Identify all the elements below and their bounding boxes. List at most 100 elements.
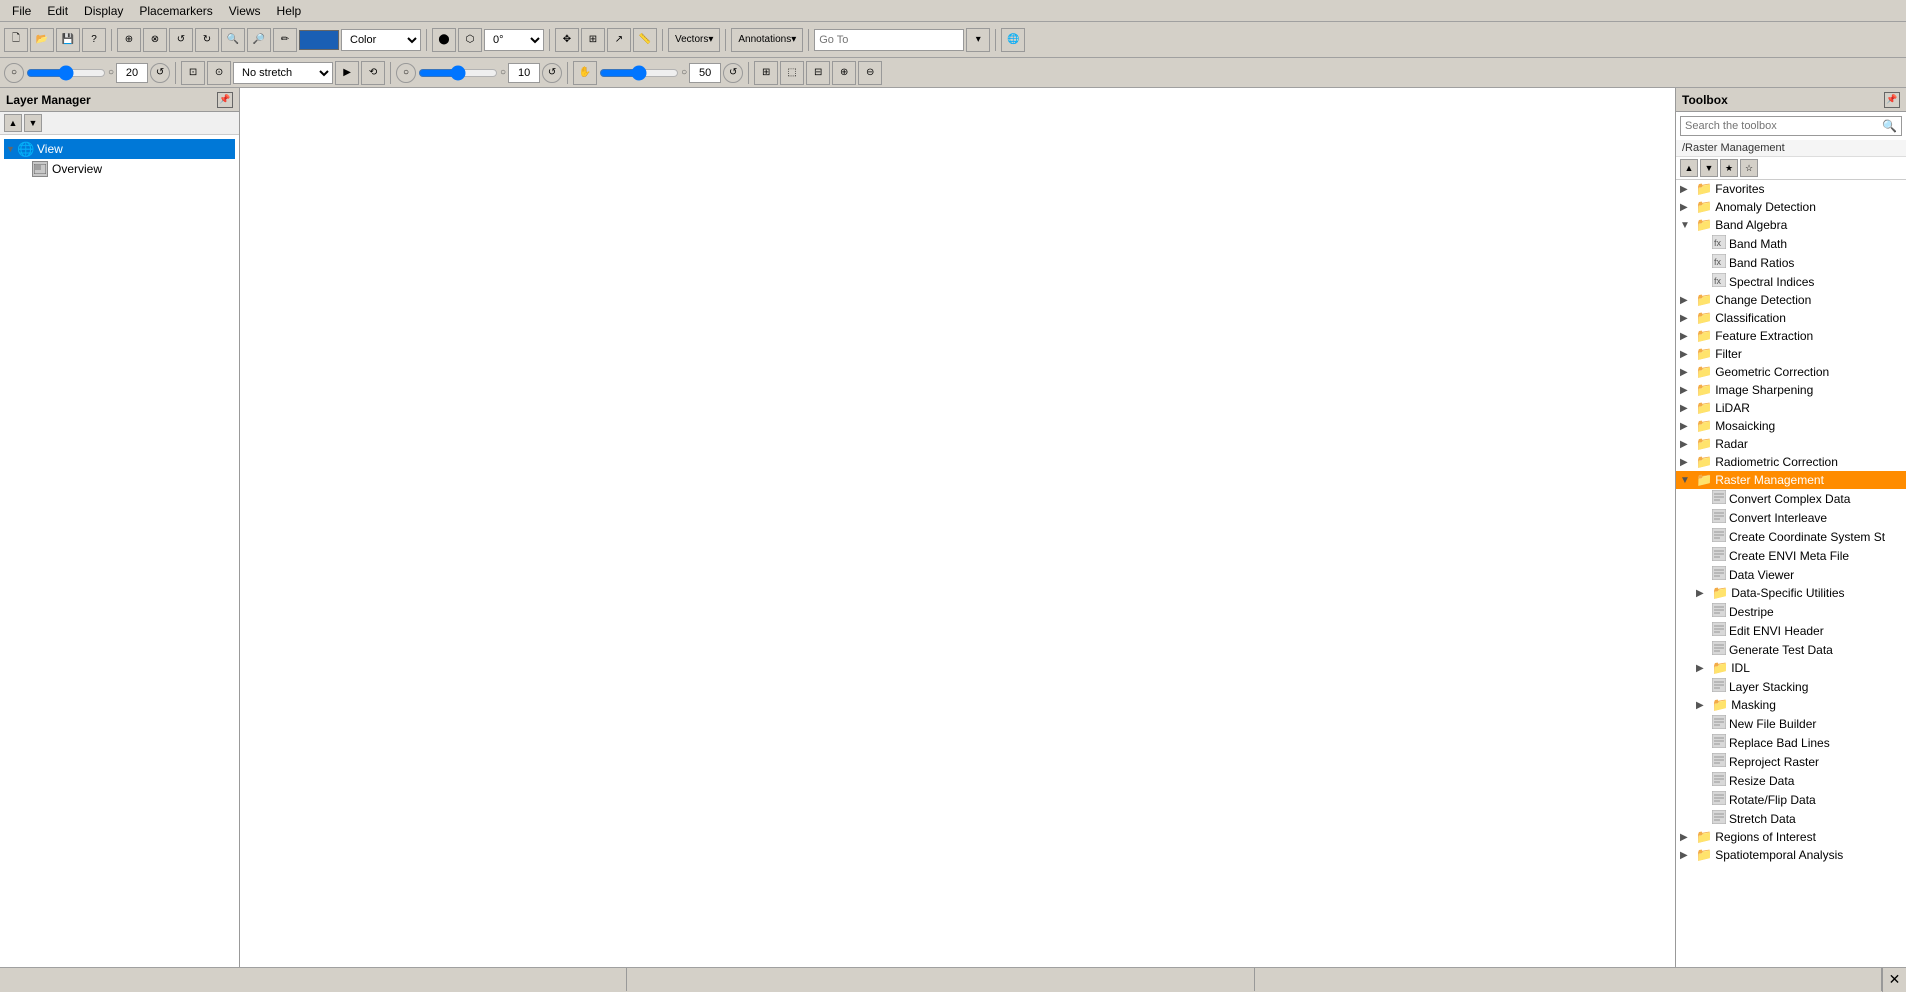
toolbox-tree-item[interactable]: Create ENVI Meta File [1676,546,1906,565]
save-button[interactable]: 💾 [56,28,80,52]
toolbox-tree-item[interactable]: ▶📁Regions of Interest [1676,828,1906,846]
nav-btn-2[interactable]: ⬡ [458,28,482,52]
circle-btn-1[interactable]: ○ [4,63,24,83]
toolbox-tree-item[interactable]: ▶📁Filter [1676,345,1906,363]
new-button[interactable]: 🗋 [4,28,28,52]
menu-help[interactable]: Help [269,2,310,20]
toolbox-search-input[interactable] [1685,120,1882,132]
stretch-reset[interactable]: ⟲ [361,61,385,85]
vectors-btn[interactable]: Vectors ▾ [668,28,720,52]
color-box[interactable] [299,30,339,50]
tool-btn-3[interactable]: ↺ [169,28,193,52]
layer-item-view[interactable]: ▼ 🌐 View [4,139,235,159]
toolbox-tree-item[interactable]: ▶📁LiDAR [1676,399,1906,417]
toolbox-tree-item[interactable]: Replace Bad Lines [1676,733,1906,752]
annotations-btn[interactable]: Annotations ▾ [731,28,803,52]
color-dropdown[interactable]: Color [341,29,421,51]
fit-btn[interactable]: ⊞ [754,61,778,85]
toolbox-tree-item[interactable]: Convert Interleave [1676,508,1906,527]
toolbox-tree-item[interactable]: ▶📁Image Sharpening [1676,381,1906,399]
layer-item-overview[interactable]: Overview [4,159,235,179]
menu-views[interactable]: Views [221,2,269,20]
toolbox-tree-item[interactable]: ▶📁IDL [1676,659,1906,677]
stretch-apply[interactable]: ▶ [335,61,359,85]
select-btn[interactable]: ↗ [607,28,631,52]
zoom-all-btn[interactable]: ⊟ [806,61,830,85]
slider-2[interactable] [418,65,498,81]
toolbox-tree-item[interactable]: Convert Complex Data [1676,489,1906,508]
toolbox-tree-item[interactable]: ▶📁Anomaly Detection [1676,198,1906,216]
toolbox-tree-item[interactable]: fx Band Math [1676,234,1906,253]
menu-display[interactable]: Display [76,2,131,20]
tool-btn-4[interactable]: ↻ [195,28,219,52]
toolbox-tree-item[interactable]: Data Viewer [1676,565,1906,584]
map-view[interactable] [240,88,1676,967]
toolbox-tree-item[interactable]: Generate Test Data [1676,640,1906,659]
menu-file[interactable]: File [4,2,39,20]
toolbox-tree-item[interactable]: fx Spectral Indices [1676,272,1906,291]
pan-btn[interactable]: ✋ [573,61,597,85]
input-value-1[interactable]: 20 [116,63,148,83]
toolbox-tree-item[interactable]: Reproject Raster [1676,752,1906,771]
stretch-dropdown[interactable]: No stretch [233,62,333,84]
toolbox-tree-item[interactable]: Destripe [1676,602,1906,621]
tool-btn-5[interactable]: 🔍 [221,28,245,52]
zoom-window-btn[interactable]: ⬚ [780,61,804,85]
menu-placemarkers[interactable]: Placemarkers [131,2,220,20]
toolbox-tree-item[interactable]: ▶📁Mosaicking [1676,417,1906,435]
toolbox-tree-item[interactable]: ▶📁Feature Extraction [1676,327,1906,345]
go-to-dropdown[interactable]: ▾ [966,28,990,52]
toolbox-tree-item[interactable]: ▶📁Masking [1676,696,1906,714]
world-btn[interactable]: 🌐 [1001,28,1025,52]
toolbox-tree-item[interactable]: Layer Stacking [1676,677,1906,696]
slider-1[interactable] [26,65,106,81]
help-button[interactable]: ? [82,28,106,52]
toolbox-tree-item[interactable]: Rotate/Flip Data [1676,790,1906,809]
toolbox-pin[interactable]: 📌 [1884,92,1900,108]
toolbox-tree-item[interactable]: ▶📁Radiometric Correction [1676,453,1906,471]
nav-btn-1[interactable]: ⬤ [432,28,456,52]
status-close-btn[interactable]: ✕ [1882,968,1906,992]
tool-btn-1[interactable]: ⊕ [117,28,141,52]
toolbox-tree-item[interactable]: ▶📁Radar [1676,435,1906,453]
refresh-btn-3[interactable]: ↺ [723,63,743,83]
toolbox-tree-item[interactable]: Edit ENVI Header [1676,621,1906,640]
toolbox-tree-item[interactable]: ▶📁Spatiotemporal Analysis [1676,846,1906,864]
toolbox-tree-item[interactable]: fx Band Ratios [1676,253,1906,272]
toolbox-tree-item[interactable]: ▶📁Geometric Correction [1676,363,1906,381]
toolbox-tree-item[interactable]: ▶📁Classification [1676,309,1906,327]
go-to-input[interactable] [814,29,964,51]
tool-btn-6[interactable]: 🔎 [247,28,271,52]
tool-btn-7[interactable]: ✏ [273,28,297,52]
crop-btn[interactable]: ⊡ [181,61,205,85]
layer-manager-pin[interactable]: 📌 [217,92,233,108]
zoom-in-btn[interactable]: ⊕ [832,61,856,85]
toolbox-star-empty[interactable]: ☆ [1740,159,1758,177]
refresh-btn-1[interactable]: ↺ [150,63,170,83]
rotation-dropdown[interactable]: 0° [484,29,544,51]
toolbox-tree-item[interactable]: ▶📁Change Detection [1676,291,1906,309]
measure-btn[interactable]: 📏 [633,28,657,52]
toolbox-tree-item[interactable]: Stretch Data [1676,809,1906,828]
slider-3[interactable] [599,65,679,81]
toolbox-tree-item[interactable]: Create Coordinate System St [1676,527,1906,546]
toolbox-up-btn[interactable]: ▲ [1680,159,1698,177]
toolbox-tree-item[interactable]: ▼📁Raster Management [1676,471,1906,489]
tool-btn-2[interactable]: ⊗ [143,28,167,52]
menu-edit[interactable]: Edit [39,2,76,20]
zoom-btn[interactable]: ⊞ [581,28,605,52]
toolbox-tree-item[interactable]: ▼📁Band Algebra [1676,216,1906,234]
toolbox-tree-item[interactable]: Resize Data [1676,771,1906,790]
circle-btn-2[interactable]: ⊙ [207,61,231,85]
lm-up-btn[interactable]: ▲ [4,114,22,132]
move-btn[interactable]: ✥ [555,28,579,52]
toolbox-tree-item[interactable]: ▶📁Favorites [1676,180,1906,198]
zoom-out-btn[interactable]: ⊖ [858,61,882,85]
toolbox-tree-item[interactable]: ▶📁Data-Specific Utilities [1676,584,1906,602]
open-button[interactable]: 📂 [30,28,54,52]
circle-btn-3[interactable]: ○ [396,63,416,83]
input-value-3[interactable]: 50 [689,63,721,83]
lm-down-btn[interactable]: ▼ [24,114,42,132]
refresh-btn-2[interactable]: ↺ [542,63,562,83]
toolbox-star-filled[interactable]: ★ [1720,159,1738,177]
